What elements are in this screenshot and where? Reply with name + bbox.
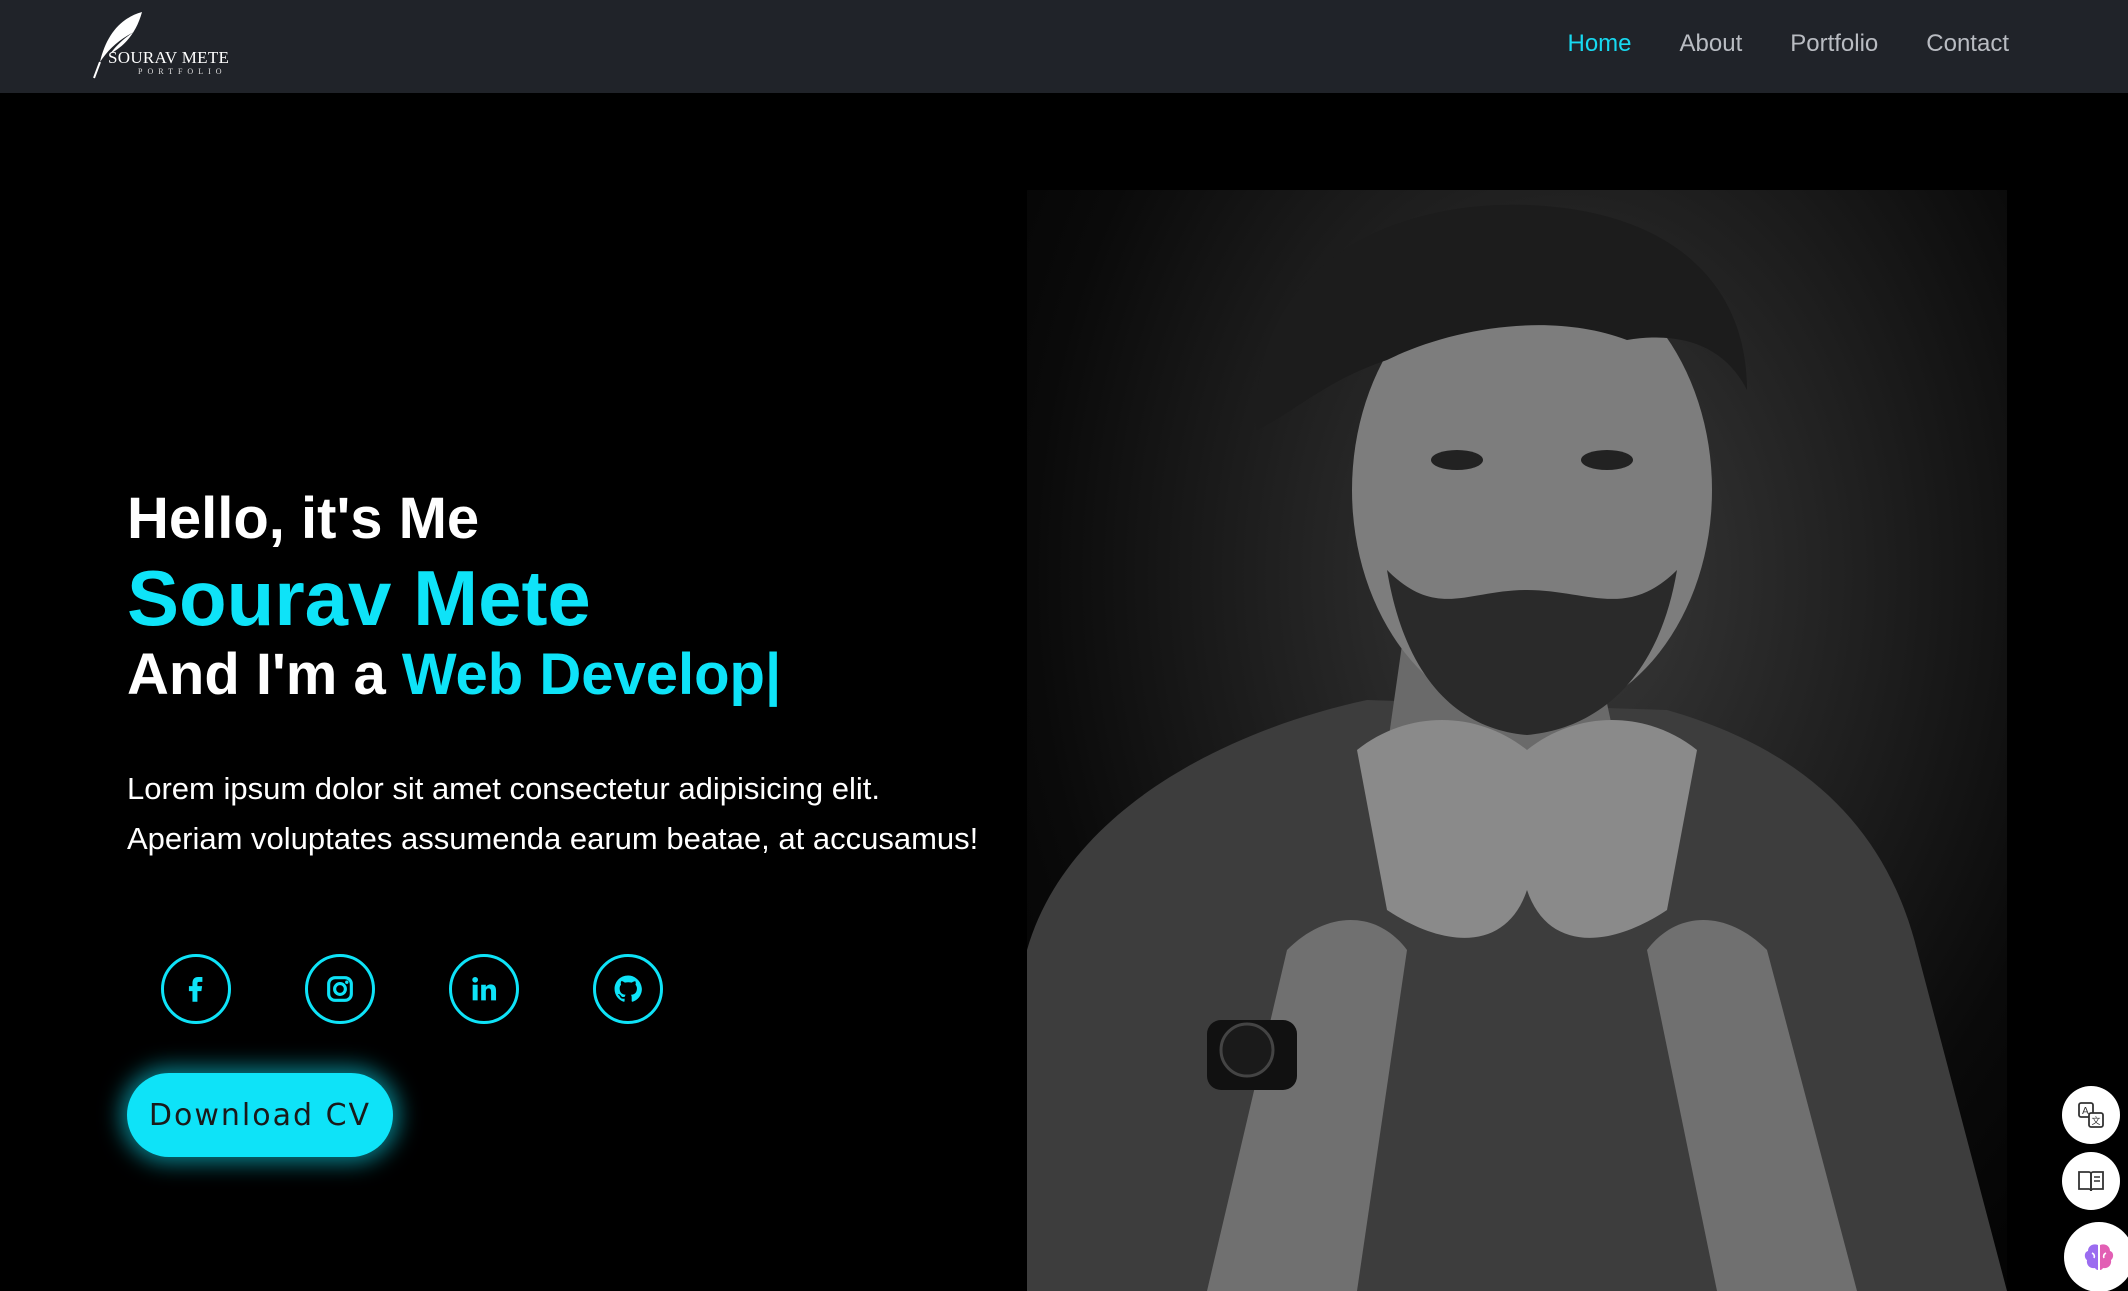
main-nav: Home About Portfolio Contact — [1567, 30, 2009, 58]
hero-role: And I'm a Web Develop| — [127, 642, 1027, 708]
brand-name: SOURAV METE — [108, 48, 230, 67]
nav-about-link[interactable]: About — [1680, 30, 1743, 58]
nav-contact-link[interactable]: Contact — [1926, 30, 2009, 58]
svg-text:文: 文 — [2092, 1115, 2101, 1127]
brand-logo[interactable]: SOURAV METE PORTFOLIO — [88, 10, 238, 80]
facebook-icon — [188, 976, 203, 1002]
instagram-icon — [327, 976, 353, 1002]
translate-icon: A 文 — [2078, 1102, 2104, 1128]
reader-icon — [2078, 1171, 2104, 1192]
ai-assistant-button[interactable] — [2064, 1222, 2128, 1291]
hero-name: Sourav Mete — [127, 554, 591, 642]
instagram-button[interactable] — [305, 954, 375, 1024]
nav-home-link[interactable]: Home — [1567, 30, 1631, 58]
linkedin-button[interactable] — [449, 954, 519, 1024]
nav-portfolio-link[interactable]: Portfolio — [1790, 30, 1878, 58]
reader-button[interactable] — [2062, 1152, 2120, 1210]
download-cv-button[interactable]: Download CV — [127, 1073, 393, 1157]
hero-description: Lorem ipsum dolor sit amet consectetur a… — [127, 771, 979, 856]
profile-portrait — [1027, 190, 2007, 1291]
github-button[interactable] — [593, 954, 663, 1024]
github-icon — [614, 975, 642, 1002]
translate-button[interactable]: A 文 — [2062, 1086, 2120, 1144]
hero-role-typed: Web Develop| — [401, 642, 782, 707]
navbar: SOURAV METE PORTFOLIO Home About Portfol… — [0, 0, 2128, 93]
brand-subtitle: PORTFOLIO — [138, 67, 227, 76]
svg-text:A: A — [2082, 1106, 2089, 1117]
hero-greeting: Hello, it's Me — [127, 486, 480, 551]
hero-section: Hello, it's Me Sourav Mete And I'm a Web… — [127, 488, 1027, 864]
brain-icon — [2084, 1244, 2114, 1270]
facebook-button[interactable] — [161, 954, 231, 1024]
social-links — [161, 954, 663, 1024]
hero-role-prefix: And I'm a — [127, 642, 402, 707]
linkedin-icon — [472, 976, 497, 1001]
